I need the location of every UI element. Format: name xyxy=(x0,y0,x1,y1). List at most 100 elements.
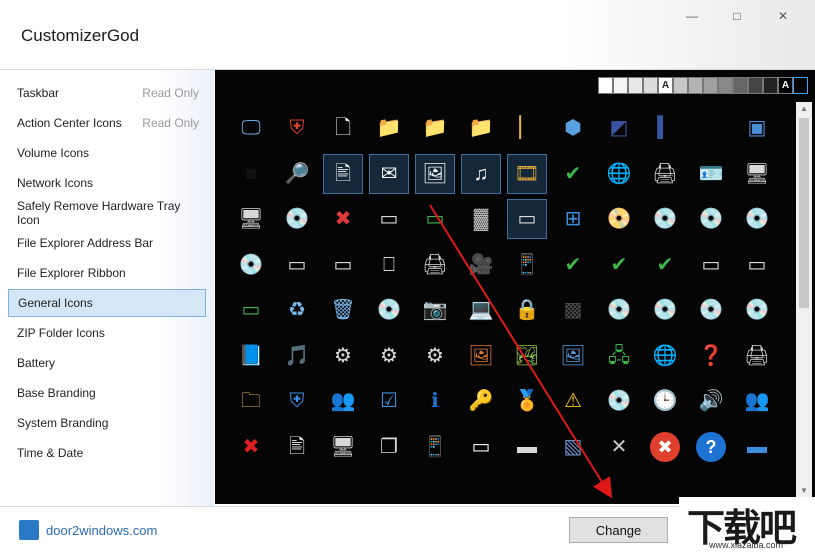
sidebar-item-zip-folder-icons[interactable]: ZIP Folder Icons xyxy=(8,319,206,347)
picture-icon[interactable]: 🖼 xyxy=(553,336,593,376)
background-swatch[interactable] xyxy=(613,77,628,94)
cd-r-icon[interactable]: 💿 xyxy=(645,290,685,330)
warning-icon[interactable]: ⚠ xyxy=(553,381,593,421)
stacked-windows-icon[interactable]: ❐ xyxy=(369,427,409,467)
cd-disc-icon[interactable]: 💿 xyxy=(599,290,639,330)
blue-panel-icon[interactable]: ▧ xyxy=(553,427,593,467)
folder-icon[interactable]: 📁 xyxy=(369,108,409,148)
drive-icon[interactable]: 🖥 xyxy=(737,154,777,194)
padlock-icon[interactable]: 🔒 xyxy=(507,290,547,330)
drive-icon[interactable]: ▭ xyxy=(369,199,409,239)
text-file-icon[interactable]: 🖹 xyxy=(277,427,317,467)
sidebar-item-time-date[interactable]: Time & Date xyxy=(8,439,206,467)
computer-drive-icon[interactable]: 🖥 xyxy=(231,199,271,239)
blue-card-icon[interactable]: ▬ xyxy=(737,427,777,467)
background-swatch[interactable] xyxy=(688,77,703,94)
sidebar-item-system-branding[interactable]: System Branding xyxy=(8,409,206,437)
media-player-icon[interactable]: 🎵 xyxy=(277,336,317,376)
blank-document-icon[interactable]: 🗋 xyxy=(323,108,363,148)
settings-file-icon[interactable]: ⚙ xyxy=(323,336,363,376)
sidebar-item-base-branding[interactable]: Base Branding xyxy=(8,379,206,407)
speaker-icon[interactable]: 🔊 xyxy=(691,381,731,421)
help-drive-icon[interactable]: ❓ xyxy=(691,336,731,376)
sidebar-item-action-center-icons[interactable]: Action Center Icons Read Only xyxy=(8,109,206,137)
usb-device-icon[interactable]: ▭ xyxy=(461,427,501,467)
folder-search-icon[interactable]: 🔎 xyxy=(277,154,317,194)
black-square-icon[interactable]: ■ xyxy=(231,154,271,194)
uac-shield-icon[interactable]: ⛨ xyxy=(277,381,317,421)
recycle-bin-empty-icon[interactable]: 🗑 xyxy=(323,290,363,330)
film-document-icon[interactable]: 🎞 xyxy=(507,153,547,194)
certificate-icon[interactable]: 🏅 xyxy=(507,381,547,421)
background-swatch[interactable] xyxy=(718,77,733,94)
memory-chip-icon[interactable]: ▓ xyxy=(461,199,501,239)
dvd-rw-icon[interactable]: 💿 xyxy=(231,245,271,285)
scroll-thumb[interactable] xyxy=(799,118,809,308)
sidebar-item-battery[interactable]: Battery xyxy=(8,349,206,377)
folder-globe-icon[interactable]: 🌐 xyxy=(645,336,685,376)
dark-book-icon[interactable]: ◩ xyxy=(599,108,639,148)
checklist-window-icon[interactable]: ☑ xyxy=(369,381,409,421)
background-swatch[interactable] xyxy=(703,77,718,94)
sync-clock-icon[interactable]: 🕒 xyxy=(645,381,685,421)
window-check-icon[interactable]: ✔ xyxy=(553,154,593,194)
sidebar-item-file-explorer-ribbon[interactable]: File Explorer Ribbon xyxy=(8,259,206,287)
cube-search-icon[interactable]: ⬢ xyxy=(553,108,593,148)
background-swatch[interactable] xyxy=(793,77,808,94)
scroll-up-icon[interactable]: ▲ xyxy=(796,102,812,116)
dvd-drive-icon[interactable]: 📀 xyxy=(599,199,639,239)
minimize-button[interactable]: — xyxy=(670,4,714,28)
icon-grid-scrollbar[interactable]: ▲ ▼ xyxy=(796,102,812,498)
settings-window-icon[interactable]: ⚙ xyxy=(369,336,409,376)
network-drive-icon[interactable]: ▭ xyxy=(415,199,455,239)
printer-network-icon[interactable]: 🖨 xyxy=(415,245,455,285)
sidebar-item-volume-icons[interactable]: Volume Icons xyxy=(8,139,206,167)
background-swatch[interactable]: A xyxy=(658,77,673,94)
thin-bar-icon[interactable]: ▍ xyxy=(645,108,685,148)
drive-icon[interactable]: ▭ xyxy=(277,245,317,285)
drive-icon[interactable]: ▭ xyxy=(507,199,547,239)
monitor-windows-icon[interactable]: 🖵 xyxy=(231,108,271,148)
background-swatch[interactable] xyxy=(628,77,643,94)
sidebar-item-file-explorer-address-bar[interactable]: File Explorer Address Bar xyxy=(8,229,206,257)
server-drive-icon[interactable]: ⎕ xyxy=(369,245,409,285)
sidebar-item-taskbar[interactable]: Taskbar Read Only xyxy=(8,79,206,107)
close-button[interactable]: ✕ xyxy=(761,4,805,28)
scroll-down-icon[interactable]: ▼ xyxy=(796,484,812,498)
folder-icon[interactable]: 📁 xyxy=(415,108,455,148)
camcorder-icon[interactable]: 🎥 xyxy=(461,245,501,285)
maximize-button[interactable]: □ xyxy=(715,4,759,28)
contacts-book-icon[interactable]: 📘 xyxy=(231,336,271,376)
help-circle-icon[interactable]: ? xyxy=(691,427,731,467)
users-icon[interactable]: 👥 xyxy=(323,381,363,421)
background-swatch[interactable] xyxy=(598,77,613,94)
sidebar-item-safely-remove-hardware-tray-icon[interactable]: Safely Remove Hardware Tray Icon xyxy=(8,199,206,227)
red-x-icon[interactable]: ✖ xyxy=(231,427,271,467)
drive-icon[interactable]: ▭ xyxy=(691,245,731,285)
sidebar-item-general-icons[interactable]: General Icons xyxy=(8,289,206,317)
id-card-icon[interactable]: 🪪 xyxy=(691,154,731,194)
website-link[interactable]: door2windows.com xyxy=(46,523,157,538)
key-icon[interactable]: 🔑 xyxy=(461,381,501,421)
phone-icon[interactable]: 📱 xyxy=(507,245,547,285)
picture-document-icon[interactable]: 🖼 xyxy=(415,153,455,194)
cd-rom-icon[interactable]: 💿 xyxy=(691,290,731,330)
dvd-rom-icon[interactable]: 💿 xyxy=(737,199,777,239)
network-computer-icon[interactable]: 🖧 xyxy=(599,336,639,376)
photo-frame-icon[interactable]: 🖼 xyxy=(461,336,501,376)
window-frame-icon[interactable]: ▣ xyxy=(737,108,777,148)
background-swatch[interactable]: A xyxy=(778,77,793,94)
music-document-icon[interactable]: ♫ xyxy=(461,153,501,194)
printer-check-icon[interactable]: 🖨 xyxy=(645,154,685,194)
recycle-bin-full-icon[interactable]: ♻ xyxy=(277,290,317,330)
mobile-device-icon[interactable]: 📱 xyxy=(415,427,455,467)
drive-icon[interactable]: ▭ xyxy=(323,245,363,285)
drive-error-icon[interactable]: ✖ xyxy=(323,199,363,239)
memory-card-icon[interactable]: ▩ xyxy=(553,290,593,330)
background-swatch[interactable] xyxy=(643,77,658,94)
windows-shield-icon[interactable]: ⛨ xyxy=(277,108,317,148)
background-swatch[interactable] xyxy=(733,77,748,94)
landscape-icon[interactable]: 🏞 xyxy=(507,336,547,376)
camera-icon[interactable]: 📷 xyxy=(415,290,455,330)
optical-drive-icon[interactable]: 💿 xyxy=(277,199,317,239)
